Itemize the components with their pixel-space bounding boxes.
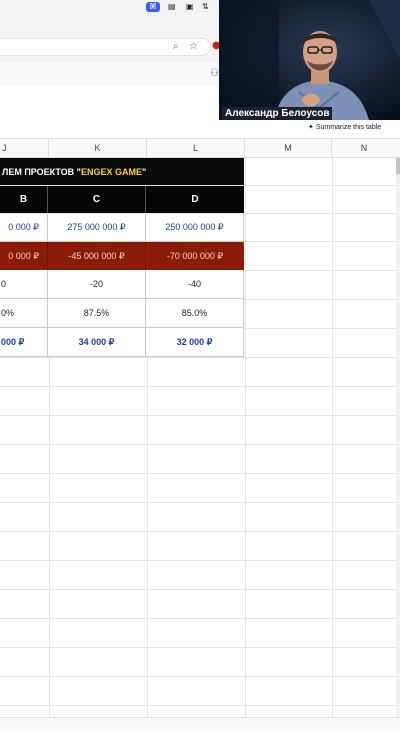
extension-icon[interactable]: ⚇: [210, 68, 219, 80]
lock-icon[interactable]: ▣: [186, 2, 196, 12]
column-header-l[interactable]: L: [147, 139, 245, 157]
table-cell[interactable]: 275 000 000 ₽: [48, 214, 146, 242]
table-title-banner: ЛЕМ ПРОЕКТОВ " ENGEX GAME ": [0, 158, 244, 185]
banner-text-end: ": [141, 166, 147, 177]
table-cell[interactable]: 0: [0, 270, 48, 299]
column-header-row: J K L M N: [0, 138, 400, 158]
table-cell[interactable]: 34 000 ₽: [48, 328, 146, 357]
table-cell[interactable]: 0 000 ₽: [0, 242, 48, 270]
webcam-name-label: Александр Белоусов: [222, 107, 333, 120]
sparkle-icon: ✦: [308, 124, 316, 131]
column-header-k[interactable]: K: [49, 139, 147, 157]
column-header-m[interactable]: M: [245, 139, 332, 157]
table-cell[interactable]: 32 000 ₽: [146, 328, 244, 357]
summarize-label: Summarize this table: [315, 124, 382, 131]
scrollbar-thumb[interactable]: [396, 157, 400, 175]
status-icon[interactable]: ▤: [168, 2, 180, 12]
table-header-cell[interactable]: B: [0, 186, 48, 213]
table-header-cell[interactable]: D: [146, 186, 244, 213]
vertical-scrollbar[interactable]: [396, 157, 400, 717]
column-header-j[interactable]: J: [0, 139, 49, 157]
table-cell[interactable]: 0 000 ₽: [0, 214, 48, 242]
table-cell[interactable]: -70 000 000 ₽: [146, 242, 244, 270]
arrows-icon[interactable]: ⇅: [202, 2, 212, 12]
table-cell[interactable]: 0%: [0, 299, 48, 328]
webcam-overlay: Александр Белоусов: [219, 0, 400, 120]
wifi-icon[interactable]: ⌘: [146, 2, 160, 12]
table-cell[interactable]: 000 ₽: [0, 328, 48, 357]
banner-text: ЛЕМ ПРОЕКТОВ ": [2, 166, 81, 177]
table-cell[interactable]: -45 000 000 ₽: [48, 242, 146, 270]
table-cell[interactable]: 87.5%: [48, 299, 146, 328]
table-cell[interactable]: -20: [48, 270, 146, 299]
table-header-cell[interactable]: C: [48, 186, 146, 213]
banner-highlight: ENGEX GAME: [80, 166, 142, 177]
table-cell[interactable]: -40: [146, 270, 244, 299]
zoom-icon[interactable]: ⌕: [173, 41, 179, 53]
summarize-table-button[interactable]: ✦ Summarize this table: [308, 123, 381, 131]
bookmark-star-icon[interactable]: ☆: [189, 41, 198, 53]
table-cell[interactable]: 250 000 000 ₽: [146, 214, 244, 242]
sheet-tabs-bar: [0, 717, 400, 732]
sheets-toolbar: ⚇: [0, 62, 220, 86]
column-header-n[interactable]: N: [332, 139, 396, 157]
table-cell[interactable]: 85.0%: [146, 299, 244, 328]
webcam-video: [219, 0, 400, 120]
address-bar[interactable]: ⌕ ☆: [0, 38, 211, 56]
